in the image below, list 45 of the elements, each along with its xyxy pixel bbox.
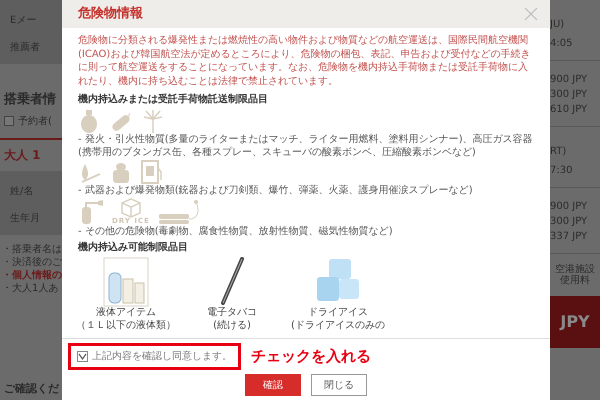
item-note: （１Ｌ以下の液体類） (76, 320, 176, 332)
note-text: ・搭乗者名は (2, 243, 62, 256)
fare-amount: 900 JPY (550, 73, 588, 86)
modal-title: 危険物情報 (78, 5, 143, 24)
item-description: - その他の危険物(毒劇物、腐食性物質、放射性物質、磁気性物質など) (78, 225, 394, 238)
section-heading: 機内持込み可能制限品目 (78, 240, 189, 255)
fare-amount: 337 JPY (550, 230, 588, 243)
jar-icon (110, 160, 132, 184)
canister-icon (140, 160, 162, 184)
fare-amount: 300 JPY (550, 215, 588, 228)
note-text: ・決済後のご (2, 256, 62, 270)
fee-label: 使用料 (559, 275, 591, 286)
item-description: - 武器および爆発物類(銃器および刀剣類、爆竹、弾薬、火薬、護身用催涙スプレーなど) (78, 184, 474, 197)
checkbox-label: 予約者( (18, 114, 52, 128)
note-text: ・大人1人あ (2, 282, 60, 296)
close-icon[interactable] (524, 7, 538, 21)
notice-heading: ご確認くだ (4, 382, 60, 396)
annotation-text: チェックを入れる (251, 346, 371, 368)
item-name: 液体アイテム (96, 307, 156, 320)
grenade-icon (78, 109, 100, 133)
item-note: (続ける) (213, 320, 251, 332)
fare-amount: 900 JPY (550, 200, 588, 213)
fare-amount: 610 JPY (550, 103, 588, 116)
fare-amount: 300 JPY (550, 88, 588, 101)
item-name: 電子タバコ (207, 307, 257, 320)
flight-time: 4:05 (550, 37, 574, 50)
agree-label: 上記内容を確認し同意します。 (92, 350, 232, 364)
flight-time: 7:30 (550, 164, 574, 177)
agree-checkbox[interactable] (77, 351, 88, 362)
item-description: - 発火・引火性物質(多量のライターまたはマッチ、ライター用燃料、塗料用シンナー)、高圧ガス容器(携帯用のブタンガス缶、各種スプレー、スキューバの酸素ボンベ、圧縮酸素ボンベなど) (78, 133, 534, 159)
confirm-button[interactable]: 確認 (245, 374, 301, 396)
total-amount: JPY (560, 312, 590, 332)
flight-time: RT) (550, 145, 568, 158)
fee-label: 空港施設 (554, 264, 596, 275)
warning-paragraph: 危険物に分類される爆発性または燃焼性の高い物件および物質などの航空運送は、国際民間航空機関(ICAO)および韓国航空法が定めるところにより、危険物の梱包、表記、申告および受付などの手続きに則って航空運送をすることになっています。なお、危険物を機内持込手荷物または受託手荷物に入れたり、機内に持ち込むことは法律で禁止されています。 (78, 34, 532, 88)
item-note: (ドライアイスのみの (291, 320, 385, 332)
liquid-bottles-drawing (103, 257, 149, 307)
section-heading: 機内持込みまたは受託手荷物託送制限品目 (78, 92, 269, 107)
note-text: ・個人情報の (2, 269, 62, 282)
item-name: ドライアイス (308, 307, 368, 320)
close-button[interactable]: 閉じる (311, 374, 367, 396)
sparkler-icon (142, 109, 164, 133)
cube-icon (120, 198, 141, 218)
section-heading: 搭乗者情 (4, 92, 57, 109)
checkbox[interactable] (4, 116, 14, 126)
